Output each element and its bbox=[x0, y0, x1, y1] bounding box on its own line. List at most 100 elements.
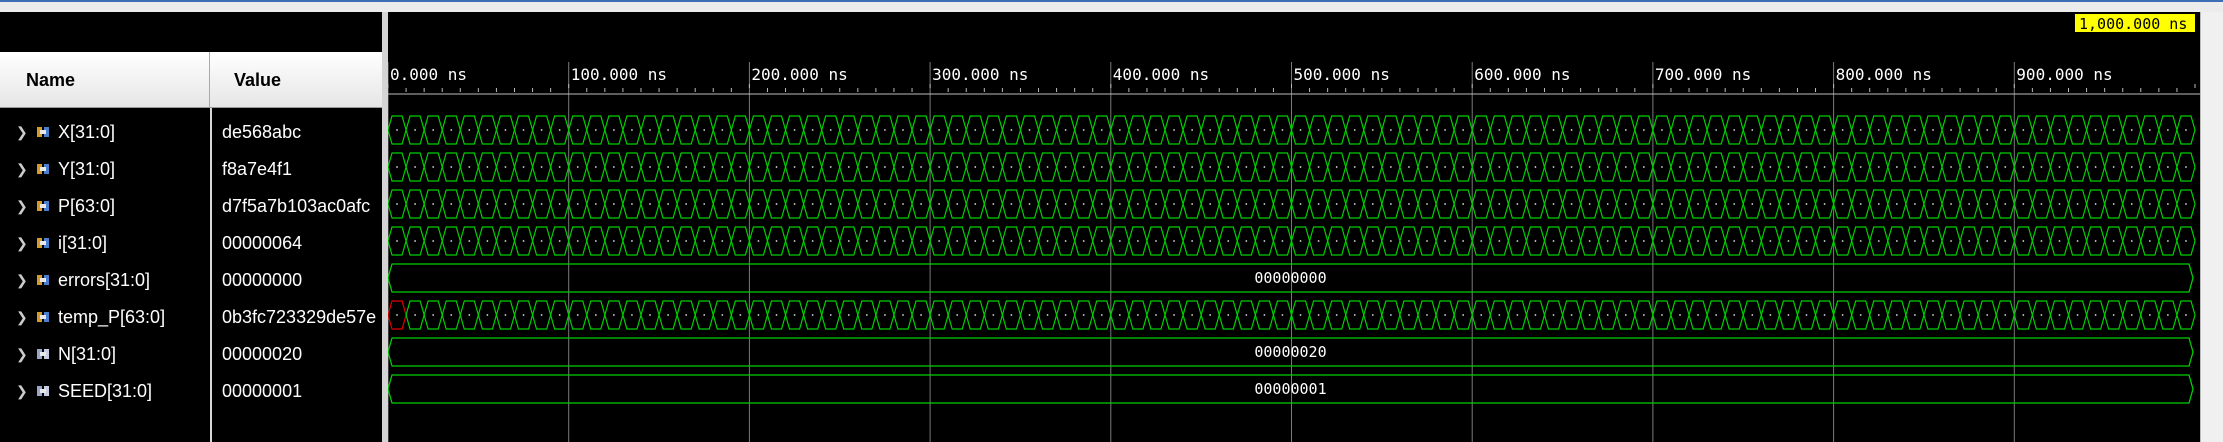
segment-dot bbox=[811, 166, 814, 168]
segment-dot bbox=[1245, 203, 1248, 205]
segment-dot bbox=[1173, 129, 1175, 131]
segment-dot bbox=[1191, 314, 1194, 316]
cursor-time-label: 1,000.000 ns bbox=[2079, 15, 2187, 33]
segment-dot bbox=[1137, 203, 1139, 205]
right-scrollbar[interactable] bbox=[2200, 12, 2223, 442]
segment-dot bbox=[1679, 240, 1681, 242]
expand-chevron-icon[interactable]: ❯ bbox=[16, 188, 30, 225]
segment-dot bbox=[2112, 129, 2115, 131]
segment-dot bbox=[1462, 314, 1465, 316]
signal-row[interactable]: ❯ temp_P[63:0] 0b3fc723329de57e bbox=[0, 299, 382, 336]
segment-dot bbox=[1137, 129, 1139, 131]
signal-row[interactable]: ❯ i[31:0] 00000064 bbox=[0, 225, 382, 262]
expand-chevron-icon[interactable]: ❯ bbox=[16, 299, 30, 336]
segment-dot bbox=[1516, 203, 1519, 205]
waveform-value-label: 00000001 bbox=[1254, 380, 1326, 398]
expand-chevron-icon[interactable]: ❯ bbox=[16, 114, 30, 151]
segment-dot bbox=[540, 203, 543, 205]
segment-dot bbox=[1118, 166, 1121, 168]
segment-dot bbox=[1064, 314, 1067, 316]
bus-signal-icon bbox=[37, 127, 49, 137]
segment-dot bbox=[1715, 166, 1718, 168]
segment-dot bbox=[1281, 129, 1284, 131]
segment-dot bbox=[1588, 129, 1591, 131]
waveform-pane[interactable]: 0.000 ns 100.000 ns 200.000 ns 300.000 ns 40… bbox=[388, 12, 2200, 442]
segment-dot bbox=[1389, 203, 1392, 205]
segment-dot bbox=[1950, 203, 1952, 205]
segment-dot bbox=[558, 203, 561, 205]
segment-dot bbox=[612, 314, 615, 316]
segment-dot bbox=[1480, 240, 1483, 242]
time-tick-label: 0.000 ns bbox=[390, 65, 467, 84]
segment-dot bbox=[1841, 166, 1844, 168]
segment-dot bbox=[396, 240, 398, 242]
segment-dot bbox=[414, 203, 417, 205]
segment-dot bbox=[1805, 240, 1808, 242]
segment-dot bbox=[1480, 203, 1483, 205]
segment-dot bbox=[1895, 129, 1898, 131]
segment-dot bbox=[1118, 203, 1121, 205]
segment-dot bbox=[2185, 166, 2187, 168]
segment-dot bbox=[721, 203, 724, 205]
segment-dot bbox=[2130, 166, 2133, 168]
segment-dot bbox=[829, 240, 832, 242]
segment-dot bbox=[793, 314, 796, 316]
signal-name: errors[31:0] bbox=[58, 270, 151, 290]
expand-chevron-icon[interactable]: ❯ bbox=[16, 336, 30, 373]
segment-dot bbox=[1299, 203, 1302, 205]
segment-dot bbox=[2112, 314, 2115, 316]
segment-dot bbox=[1823, 314, 1826, 316]
signal-row[interactable]: ❯ N[31:0] 00000020 bbox=[0, 336, 382, 373]
segment-dot bbox=[1010, 240, 1013, 242]
segment-dot bbox=[468, 240, 471, 242]
signal-name: SEED[31:0] bbox=[58, 381, 153, 401]
signal-row[interactable]: ❯ SEED[31:0] 00000001 bbox=[0, 373, 382, 410]
segment-dot bbox=[1082, 166, 1085, 168]
segment-dot bbox=[1769, 314, 1772, 316]
column-header-value[interactable]: Value bbox=[210, 52, 382, 108]
signal-row[interactable]: ❯ Y[31:0] f8a7e4f1 bbox=[0, 151, 382, 188]
segment-dot bbox=[1588, 203, 1591, 205]
segment-dot bbox=[504, 166, 507, 168]
expand-chevron-icon[interactable]: ❯ bbox=[16, 225, 30, 262]
segment-dot bbox=[1209, 129, 1212, 131]
segment-dot bbox=[1299, 129, 1302, 131]
segment-dot bbox=[1661, 166, 1663, 168]
segment-dot bbox=[865, 203, 868, 205]
segment-dot bbox=[1986, 166, 1989, 168]
signal-row[interactable]: ❯ P[63:0] d7f5a7b103ac0afc bbox=[0, 188, 382, 225]
segment-dot bbox=[1751, 166, 1754, 168]
segment-dot bbox=[1335, 314, 1338, 316]
segment-dot bbox=[1371, 166, 1374, 168]
segment-dot bbox=[992, 203, 995, 205]
segment-dot bbox=[2166, 240, 2169, 242]
time-tick-label: 400.000 ns bbox=[1113, 65, 1209, 84]
expand-chevron-icon[interactable]: ❯ bbox=[16, 373, 30, 410]
signal-name: Y[31:0] bbox=[58, 159, 116, 179]
segment-dot bbox=[1010, 129, 1013, 131]
segment-dot bbox=[1733, 203, 1736, 205]
expand-chevron-icon[interactable]: ❯ bbox=[16, 151, 30, 188]
segment-dot bbox=[1371, 240, 1374, 242]
segment-dot bbox=[1155, 203, 1157, 205]
segment-dot bbox=[1480, 129, 1483, 131]
segment-dot bbox=[1462, 129, 1465, 131]
time-tick-label: 600.000 ns bbox=[1474, 65, 1570, 84]
segment-dot bbox=[1209, 240, 1212, 242]
segment-dot bbox=[667, 166, 669, 168]
waveform-canvas[interactable]: 0.000 ns 100.000 ns 200.000 ns 300.000 ns 40… bbox=[388, 12, 2200, 442]
signal-row[interactable]: ❯ errors[31:0] 00000000 bbox=[0, 262, 382, 299]
expand-chevron-icon[interactable]: ❯ bbox=[16, 262, 30, 299]
segment-dot bbox=[829, 166, 832, 168]
segment-dot bbox=[1877, 129, 1880, 131]
segment-dot bbox=[1498, 314, 1501, 316]
segment-dot bbox=[1787, 166, 1790, 168]
segment-dot bbox=[1317, 314, 1320, 316]
column-header-name[interactable]: Name bbox=[0, 52, 210, 108]
segment-dot bbox=[450, 129, 453, 131]
segment-dot bbox=[1552, 203, 1555, 205]
segment-dot bbox=[486, 203, 489, 205]
signal-row[interactable]: ❯ X[31:0] de568abc bbox=[0, 114, 382, 151]
segment-dot bbox=[1010, 314, 1013, 316]
segment-dot bbox=[1353, 314, 1356, 316]
